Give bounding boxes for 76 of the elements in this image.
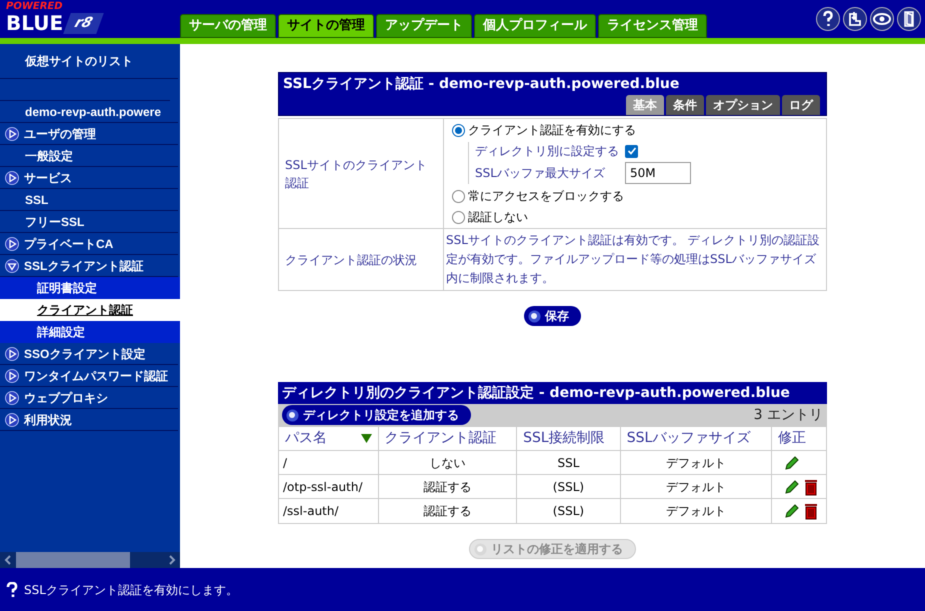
field-label: SSLバッファ最大サイズ: [475, 165, 606, 182]
status-description: SSLサイトのクライアント認証は有効です。 ディレクトリ別の認証設定が有効です。ファイルアップロード等の処理はSSLバッファサイズ内に制限されます。: [445, 232, 821, 287]
panel-title: ディレクトリ別のクライアント認証設定 - demo-revp-auth.powered.blue: [278, 382, 827, 404]
sidebar-subitem[interactable]: 詳細設定: [0, 321, 180, 343]
sort-arrow-icon: [360, 434, 372, 443]
checkbox-label: ディレクトリ別に設定する: [475, 143, 620, 160]
table-cell: (SSL): [517, 499, 621, 523]
pencil-icon[interactable]: [784, 454, 800, 470]
bullet-icon: [286, 408, 299, 422]
panel-tab[interactable]: 条件: [666, 95, 704, 115]
column-header[interactable]: パス名: [279, 427, 379, 450]
pencil-icon[interactable]: [784, 503, 800, 519]
horizontal-scrollbar[interactable]: [0, 552, 180, 568]
table-cell: /otp-ssl-auth/: [279, 475, 379, 498]
add-directory-button[interactable]: ディレクトリ設定を追加する: [282, 405, 471, 425]
logout-icon[interactable]: [897, 7, 921, 31]
sidebar-item[interactable]: 一般設定: [0, 145, 178, 167]
table-cell: デフォルト: [620, 451, 772, 474]
panel-title: SSLクライアント認証 - demo-revp-auth.powered.blue: [282, 75, 680, 94]
radio-label: クライアント認証を有効にする: [468, 122, 636, 139]
entry-count: 3 エントリ: [754, 406, 823, 424]
version-label: r8: [63, 12, 104, 34]
sidebar-item[interactable]: フリーSSL: [0, 211, 178, 233]
logo-text: BLUE: [6, 12, 64, 34]
nav-tab[interactable]: アップデート: [376, 14, 472, 38]
table-cell: /: [279, 451, 379, 474]
bullet-icon: [528, 310, 541, 322]
radio-label: 常にアクセスをブロックする: [468, 188, 624, 205]
nav-tab[interactable]: ライセンス管理: [598, 14, 707, 38]
checkbox[interactable]: [625, 144, 638, 158]
status-text: SSLクライアント認証を有効にします。: [24, 582, 238, 598]
sidebar-item[interactable]: demo-revp-auth.powere: [0, 101, 178, 123]
table-cell: /ssl-auth/: [279, 499, 379, 523]
save-button[interactable]: 保存: [524, 306, 581, 326]
buffer-size-field[interactable]: 50M: [625, 162, 691, 184]
field-label: クライアント認証の状況: [285, 252, 417, 268]
column-header[interactable]: SSL接続制限: [517, 427, 621, 450]
column-header[interactable]: 修正: [772, 427, 826, 450]
sidebar-item[interactable]: ウェブプロキシ: [0, 387, 178, 409]
sidebar-item[interactable]: サービス: [0, 167, 178, 189]
radio-label: 認証しない: [468, 209, 528, 226]
column-header[interactable]: クライアント認証: [378, 427, 518, 450]
table-cell: (SSL): [517, 475, 621, 498]
nav-tab[interactable]: サイトの管理: [278, 14, 374, 38]
help-icon: [6, 582, 18, 598]
sidebar-item[interactable]: SSOクライアント設定: [0, 343, 178, 365]
table-cell: 認証する: [378, 475, 518, 498]
panel-tab[interactable]: オプション: [706, 95, 780, 115]
column-header[interactable]: SSLバッファサイズ: [620, 427, 772, 450]
sidebar-item[interactable]: ワンタイムパスワード認証: [0, 365, 178, 387]
pencil-icon[interactable]: [784, 478, 800, 494]
sidebar-item[interactable]: 利用状況: [0, 409, 178, 431]
table-cell: 認証する: [378, 499, 518, 523]
table-cell: デフォルト: [620, 499, 772, 523]
trash-icon[interactable]: [804, 478, 818, 496]
sidebar-item[interactable]: SSL: [0, 189, 178, 211]
sidebar-item[interactable]: ユーザの管理: [0, 123, 178, 145]
logo-tagline: POWERED: [6, 2, 64, 12]
sidebar-subitem[interactable]: クライアント認証: [0, 299, 180, 321]
nav-tab[interactable]: 個人プロフィール: [474, 14, 596, 38]
radio-button[interactable]: [452, 124, 465, 136]
table-cell: しない: [378, 451, 518, 474]
radio-button[interactable]: [452, 190, 465, 202]
trash-icon[interactable]: [804, 502, 818, 520]
help-icon[interactable]: [816, 7, 840, 31]
field-label: SSLサイトのクライアント認証: [285, 156, 428, 192]
panel-tab[interactable]: ログ: [782, 95, 820, 115]
table-cell: デフォルト: [620, 475, 772, 498]
table-cell: SSL: [517, 451, 621, 474]
sidebar-subitem[interactable]: 証明書設定: [0, 277, 180, 299]
sidebar-heading[interactable]: 仮想サイトのリスト: [0, 44, 178, 79]
radio-button[interactable]: [452, 210, 465, 224]
bullet-icon: [474, 542, 487, 556]
eye-icon[interactable]: [870, 7, 894, 31]
nav-tab[interactable]: サーバの管理: [180, 14, 276, 38]
sidebar-item[interactable]: プライベートCA: [0, 233, 178, 255]
